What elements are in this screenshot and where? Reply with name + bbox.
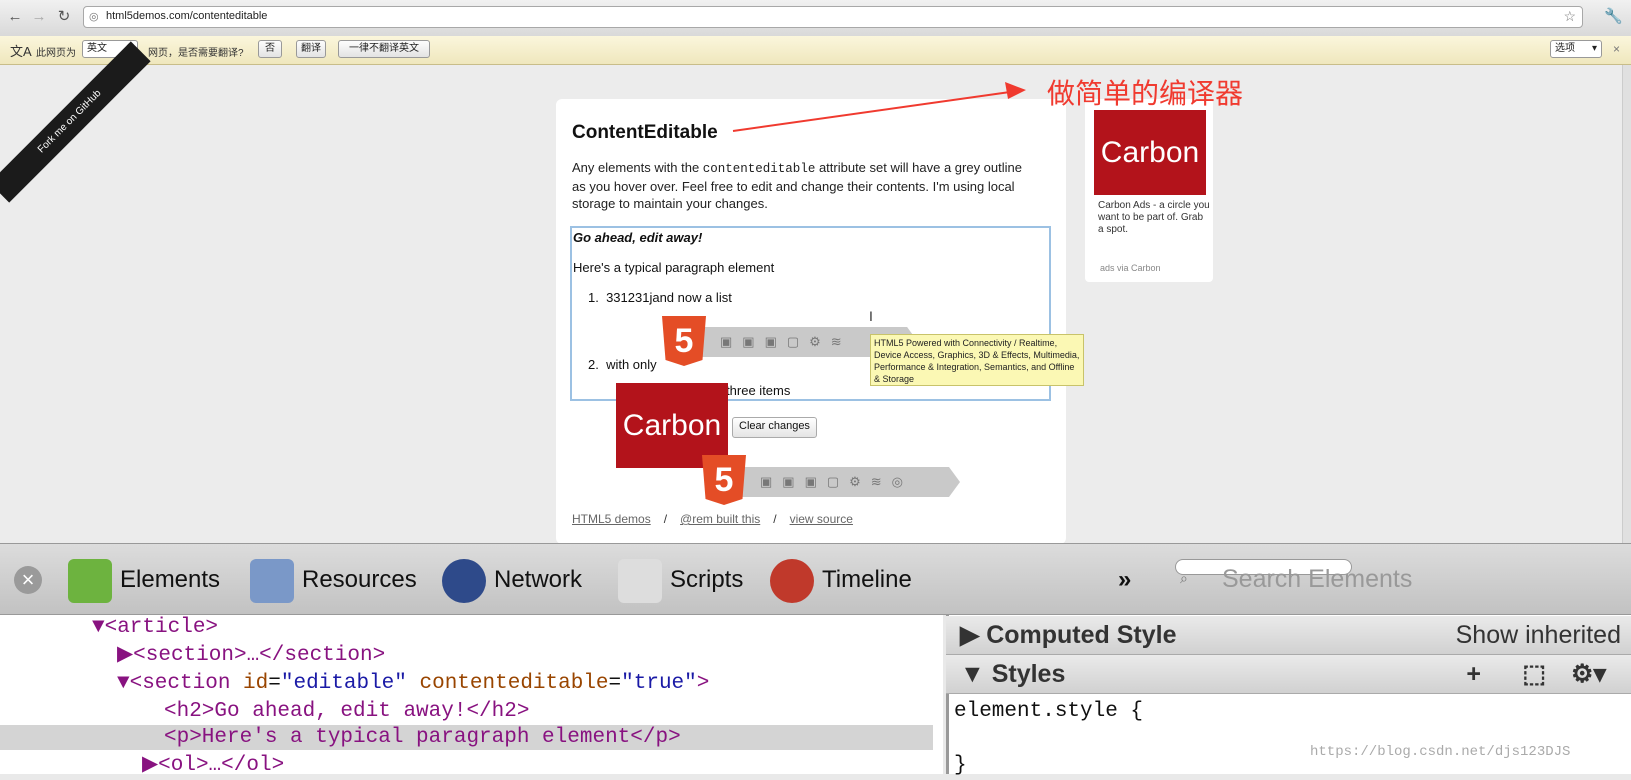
tab-network[interactable]: Network bbox=[442, 544, 582, 616]
tab-timeline[interactable]: Timeline bbox=[770, 544, 912, 616]
tab-scripts[interactable]: Scripts bbox=[618, 544, 743, 616]
dom-node[interactable]: ▶<ol>…</ol> bbox=[142, 752, 284, 780]
annotation-text: 做简单的编译器 bbox=[1047, 77, 1244, 110]
element-style-rule[interactable]: element.style { bbox=[954, 698, 1143, 726]
network-icon bbox=[442, 558, 486, 603]
show-inherited-toggle[interactable]: Show inherited bbox=[1456, 616, 1621, 654]
more-tabs-icon[interactable]: » bbox=[1118, 544, 1131, 616]
gear-icon[interactable]: ⚙▾ bbox=[1571, 655, 1606, 693]
collapse-arrow-icon: ▼ bbox=[960, 660, 985, 688]
tab-elements[interactable]: Elements bbox=[68, 544, 220, 616]
scripts-icon bbox=[618, 558, 662, 603]
expand-arrow-icon: ▶ bbox=[960, 621, 980, 649]
elements-icon bbox=[68, 558, 112, 603]
timeline-icon bbox=[770, 558, 814, 603]
dom-node[interactable]: ▶<section>…</section> bbox=[117, 642, 385, 670]
watermark: https://blog.csdn.net/djs123DJS bbox=[1310, 744, 1571, 760]
search-icon: ⌕ bbox=[1180, 570, 1188, 586]
dom-node-selected[interactable]: <p>Here's a typical paragraph element</p… bbox=[164, 724, 681, 752]
search-placeholder: Search Elements bbox=[1222, 565, 1413, 593]
dom-node[interactable]: <h2>Go ahead, edit away!</h2> bbox=[164, 698, 529, 726]
element-state-icon[interactable]: ⬚ bbox=[1522, 655, 1546, 693]
close-devtools-icon[interactable]: × bbox=[14, 566, 42, 594]
add-style-icon[interactable]: + bbox=[1466, 655, 1481, 693]
computed-style-header[interactable]: ▶ Computed Style Show inherited bbox=[946, 616, 1631, 655]
close-brace: } bbox=[954, 754, 967, 777]
tab-resources[interactable]: Resources bbox=[250, 544, 417, 616]
dom-node[interactable]: ▼<article> bbox=[92, 614, 218, 642]
dom-node[interactable]: ▼<section id="editable" contenteditable=… bbox=[117, 670, 709, 698]
styles-header[interactable]: ▼ Styles + ⬚ ⚙▾ bbox=[946, 655, 1631, 694]
resources-icon bbox=[250, 558, 294, 603]
